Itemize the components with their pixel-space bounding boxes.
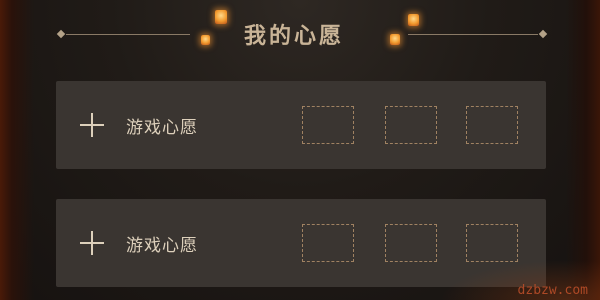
panel-header: 我的心愿: [0, 14, 600, 54]
divider-line-left: [66, 34, 190, 35]
watermark: dzbzw.com: [517, 283, 588, 298]
diamond-ornament-left: [56, 29, 66, 39]
wish-card-label: 游戏心愿: [126, 236, 198, 256]
diamond-ornament-right: [538, 29, 548, 39]
lantern-icon: [201, 35, 210, 45]
divider-line-right: [408, 34, 538, 35]
wish-slot[interactable]: [302, 106, 354, 144]
wish-slot[interactable]: [385, 224, 437, 262]
wish-card: 游戏心愿: [56, 81, 546, 169]
lantern-icon: [408, 14, 419, 26]
wish-slot[interactable]: [385, 106, 437, 144]
wish-card-label: 游戏心愿: [126, 118, 198, 138]
wish-slot[interactable]: [466, 224, 518, 262]
page-title: 我的心愿: [244, 24, 345, 49]
lantern-icon: [390, 34, 400, 45]
wish-panel: 我的心愿 游戏心愿 游戏心愿 dzbzw.com: [0, 0, 600, 300]
lantern-icon: [215, 10, 227, 24]
plus-icon[interactable]: [78, 229, 106, 257]
wish-slot[interactable]: [302, 224, 354, 262]
wish-slot[interactable]: [466, 106, 518, 144]
plus-icon[interactable]: [78, 111, 106, 139]
